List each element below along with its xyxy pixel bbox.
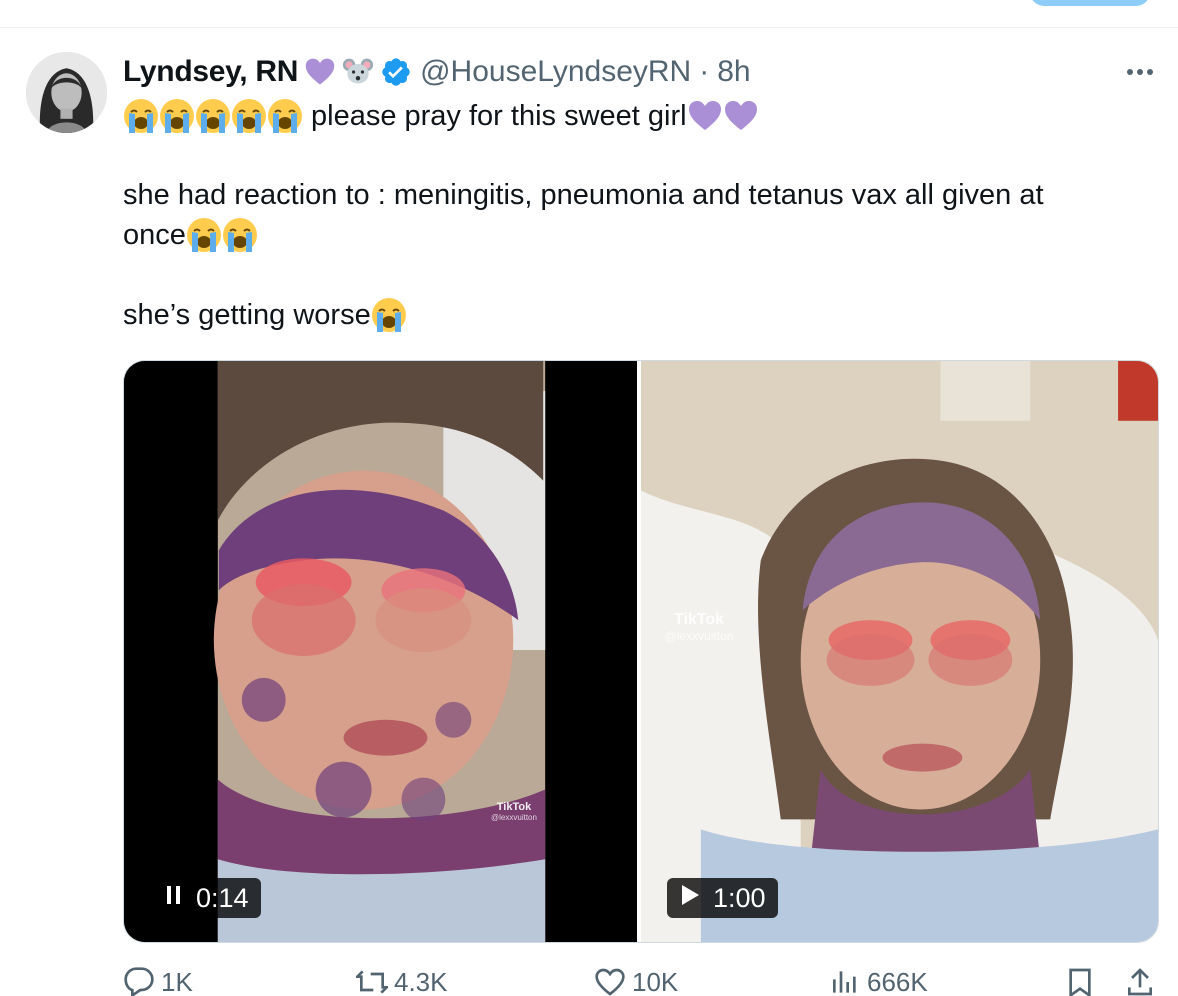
crying-face-icon [221,217,258,253]
repost-count: 4.3K [394,966,448,996]
more-options-icon[interactable] [1124,60,1156,84]
mouse-face-icon [342,56,374,88]
previous-tweet-divider [0,0,1178,28]
play-icon[interactable] [679,883,701,914]
tweet-text-line-3: once [123,215,258,255]
purple-heart-icon [304,56,336,88]
tweet-header: Lyndsey, RN @HouseLyndseyRN · 8h [123,52,751,92]
tiktok-watermark-user: @lexxvuitton [664,629,734,643]
crying-face-icon [123,98,159,134]
share-icon [1128,968,1152,996]
tweet-text-once: once [123,219,186,251]
tweet-text-line-1: please pray for this sweet girl [123,96,759,136]
tweet-text-worse: she’s getting worse [123,299,371,331]
tiktok-watermark-right: TikTok @lexxvuitton [649,611,749,643]
reply-icon [124,967,154,996]
share-button[interactable] [1124,966,1162,996]
media-grid: TikTok @lexxvuitton 0:14 TikTok @lexxvui… [123,360,1159,943]
like-button[interactable]: 10K [594,966,678,996]
crying-face-icon [267,98,303,134]
display-name[interactable]: Lyndsey, RN [123,55,298,89]
tiktok-watermark-name: TikTok [673,611,725,628]
top-button-edge[interactable] [1030,0,1150,6]
tiktok-watermark-user: @lexxvuitton [491,813,537,822]
purple-heart-icon [724,101,757,130]
crying-face-icon [185,217,222,253]
video-duration-left: 0:14 [196,882,249,913]
action-bar: 1K 4.3K 10K 666K [0,966,1178,996]
tweet-text-pray: please pray for this sweet girl [311,100,687,132]
tweet-text-reaction: she had reaction to : meningitis, pneumo… [123,179,1044,211]
verified-badge-icon[interactable] [380,56,412,88]
crying-face-icon [159,98,195,134]
bookmark-icon [1069,968,1091,996]
views-count: 666K [867,966,928,996]
views-icon [833,971,856,993]
video-duration-right: 1:00 [713,882,766,913]
reply-button[interactable]: 1K [123,966,193,996]
video-duration-badge[interactable]: 0:14 [152,878,261,918]
video-duration-badge[interactable]: 1:00 [667,878,778,918]
video-thumbnail-right [641,361,1158,942]
reply-count: 1K [161,966,193,996]
video-right[interactable]: TikTok @lexxvuitton 1:00 [641,361,1158,942]
tiktok-watermark-name: TikTok [496,801,532,813]
repost-button[interactable]: 4.3K [356,966,448,996]
avatar[interactable] [26,52,107,133]
tiktok-watermark-left: TikTok @lexxvuitton [479,801,549,822]
purple-heart-icon [688,101,721,130]
like-count: 10K [632,966,679,996]
crying-face-icon [195,98,231,134]
bookmark-button[interactable] [1064,966,1102,996]
repost-icon [356,970,388,994]
video-left[interactable]: TikTok @lexxvuitton 0:14 [124,361,637,942]
tweet-text-line-2: she had reaction to : meningitis, pneumo… [123,175,1044,215]
tweet-text-line-4: she’s getting worse [123,295,407,335]
handle[interactable]: @HouseLyndseyRN [420,55,691,89]
views-button[interactable]: 666K [829,966,928,996]
video-thumbnail-left [124,361,637,942]
crying-face-icon [370,297,407,333]
crying-face-icon [231,98,267,134]
like-icon [595,968,625,996]
pause-icon[interactable] [164,883,184,914]
separator-dot: · [699,55,710,88]
timestamp[interactable]: 8h [717,55,750,89]
